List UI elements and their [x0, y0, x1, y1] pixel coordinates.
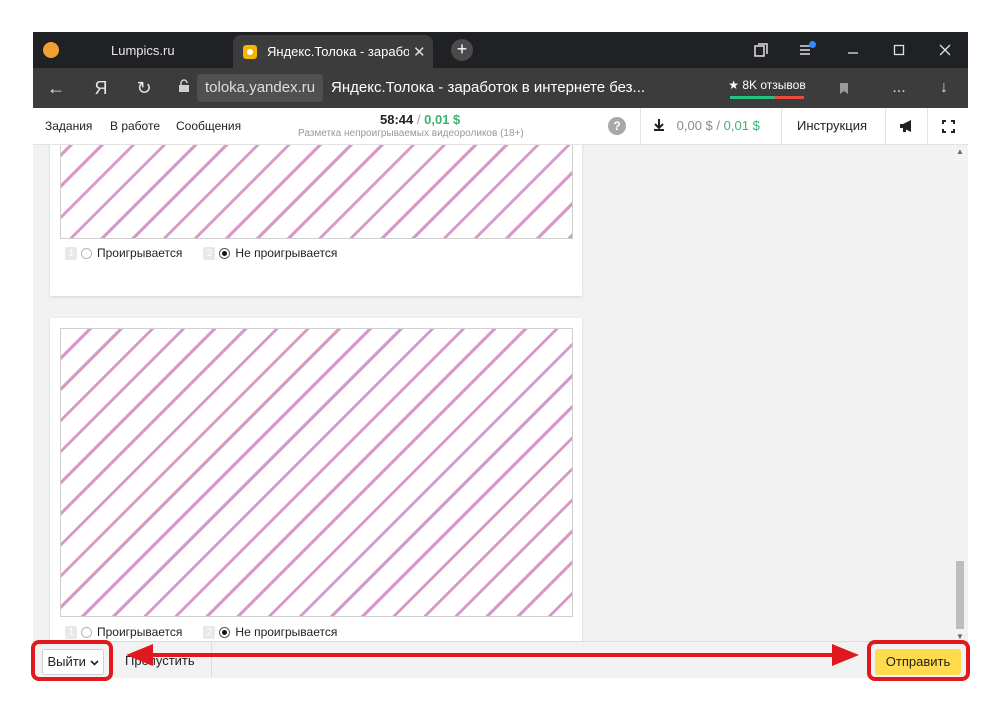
balance-pending: 0,00 $ — [676, 118, 713, 133]
maximize-icon[interactable] — [876, 32, 922, 68]
tab-lumpics[interactable]: Lumpics.ru — [33, 32, 233, 68]
skip-button[interactable]: Пропустить — [125, 649, 195, 673]
divider — [211, 642, 212, 678]
hotkey-badge: 1 — [65, 246, 77, 260]
lumpics-favicon-icon — [43, 42, 59, 58]
new-tab-button[interactable]: + — [451, 39, 473, 61]
divider — [885, 108, 886, 144]
page-title: Яндекс.Толока - заработок в интернете бе… — [331, 79, 646, 96]
option-label[interactable]: Не проигрывается — [235, 625, 337, 639]
task-price: 0,01 $ — [424, 112, 461, 127]
task-card-2: 1 Проигрывается 2 Не проигрывается — [50, 318, 582, 641]
reviews-badge[interactable]: ★ 8K отзывов — [726, 74, 808, 100]
toloka-header: Задания В работе Сообщения 58:44 / 0,01 … — [33, 108, 968, 145]
collections-icon[interactable] — [738, 32, 784, 68]
balance[interactable]: 0,00 $ / 0,01 $ — [653, 108, 760, 144]
reload-icon[interactable]: ↻ — [129, 68, 159, 108]
hotkey-badge: 2 — [203, 246, 216, 260]
option-label[interactable]: Проигрывается — [97, 246, 182, 260]
tab-title: Lumpics.ru — [111, 42, 175, 58]
notification-badge — [809, 41, 816, 48]
divider — [781, 108, 782, 144]
option-label[interactable]: Не проигрывается — [235, 246, 337, 260]
scrollbar-thumb[interactable] — [956, 561, 964, 629]
help-icon[interactable]: ? — [608, 117, 626, 135]
download-balance-icon — [654, 119, 664, 131]
divider — [927, 108, 928, 144]
timer-separator: / — [416, 112, 421, 127]
minimize-icon[interactable] — [830, 32, 876, 68]
download-icon[interactable]: ↓ — [929, 68, 959, 108]
close-window-icon[interactable] — [922, 32, 968, 68]
timer-value: 58:44 — [380, 112, 414, 127]
instructions-button[interactable]: Инструкция — [797, 108, 867, 144]
answer-options: 1 Проигрывается 2 Не проигрывается — [65, 625, 337, 639]
browser-window: Lumpics.ru Яндекс.Толока - зарабо ✕ + ← … — [33, 32, 968, 678]
radio-not-plays[interactable] — [219, 626, 231, 638]
url-field[interactable]: toloka.yandex.ru — [197, 74, 324, 102]
tab-toloka[interactable]: Яндекс.Толока - зарабо ✕ — [233, 35, 433, 68]
task-card-1: 1 Проигрывается 2 Не проигрывается — [50, 145, 582, 296]
fullscreen-icon[interactable] — [936, 108, 960, 144]
task-footer: Выйти Пропустить Отправить — [33, 641, 968, 678]
notifications-icon[interactable] — [784, 32, 830, 68]
highlight-submit — [867, 640, 970, 681]
nav-in-progress[interactable]: В работе — [110, 108, 160, 144]
video-placeholder — [60, 328, 573, 617]
menu-icon[interactable]: ... — [884, 68, 914, 108]
reviews-label: ★ 8K отзывов — [728, 78, 806, 92]
task-content: 1 Проигрывается 2 Не проигрывается 1 Про… — [33, 145, 968, 641]
nav-messages[interactable]: Сообщения — [176, 108, 241, 144]
close-tab-icon[interactable]: ✕ — [413, 43, 426, 61]
radio-plays[interactable] — [81, 247, 92, 259]
task-title: Разметка непроигрываемых видеороликов (1… — [298, 128, 524, 139]
bookmark-icon[interactable] — [829, 68, 859, 108]
video-placeholder — [60, 145, 573, 239]
balance-separator: / — [716, 118, 721, 133]
highlight-exit — [31, 640, 113, 681]
lock-icon[interactable] — [175, 79, 193, 97]
rating-bar — [730, 96, 804, 99]
radio-not-plays[interactable] — [219, 247, 231, 259]
option-label[interactable]: Проигрывается — [97, 625, 182, 639]
scrollbar[interactable]: ▲ ▼ — [954, 145, 966, 641]
balance-available: 0,01 $ — [723, 118, 760, 133]
tab-title: Яндекс.Толока - зарабо — [267, 44, 409, 59]
scroll-up-icon[interactable]: ▲ — [954, 147, 966, 156]
back-icon[interactable]: ← — [41, 68, 71, 108]
toloka-favicon-icon — [243, 44, 257, 59]
nav-tasks[interactable]: Задания — [45, 108, 92, 144]
yandex-logo-icon[interactable]: Я — [86, 68, 116, 108]
task-timer: 58:44 / 0,01 $ — [380, 112, 460, 127]
hotkey-badge: 1 — [65, 625, 77, 639]
radio-plays[interactable] — [81, 626, 92, 638]
megaphone-icon[interactable] — [895, 108, 919, 144]
divider — [640, 108, 641, 144]
answer-options: 1 Проигрывается 2 Не проигрывается — [65, 246, 337, 260]
hotkey-badge: 2 — [203, 625, 216, 639]
address-bar: ← Я ↻ toloka.yandex.ru Яндекс.Толока - з… — [33, 68, 968, 108]
tab-strip: Lumpics.ru Яндекс.Толока - зарабо ✕ + — [33, 32, 968, 68]
